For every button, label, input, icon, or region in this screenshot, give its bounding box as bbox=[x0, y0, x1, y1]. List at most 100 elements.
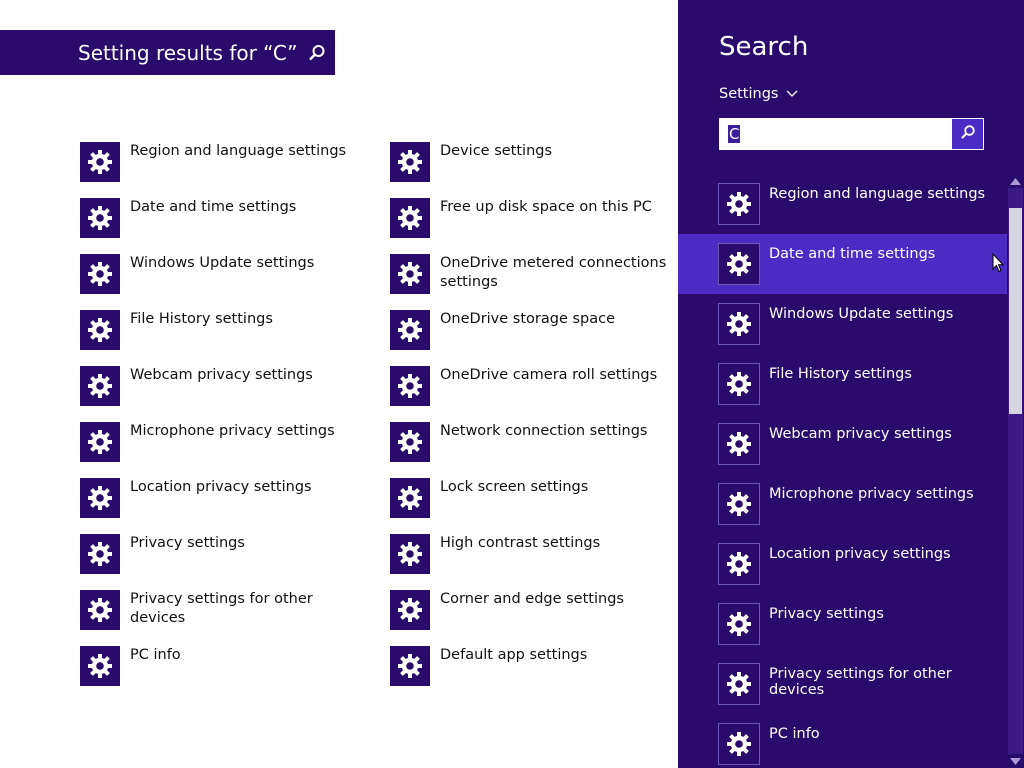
pane-result-item[interactable]: Privacy settings for other devices bbox=[678, 654, 1007, 714]
gear-icon bbox=[718, 543, 760, 585]
pane-result-item[interactable]: Windows Update settings bbox=[678, 294, 1007, 354]
search-icon bbox=[960, 124, 976, 144]
result-label: Device settings bbox=[440, 143, 553, 159]
result-item[interactable]: Privacy settings bbox=[80, 534, 360, 574]
result-item[interactable]: Corner and edge settings bbox=[390, 590, 670, 630]
gear-icon bbox=[80, 254, 120, 294]
gear-icon bbox=[390, 310, 430, 350]
gear-icon bbox=[80, 198, 120, 238]
result-label: Free up disk space on this PC bbox=[440, 199, 652, 215]
gear-icon bbox=[390, 142, 430, 182]
result-label: OneDrive metered connections settings bbox=[440, 255, 667, 290]
pane-result-label: Privacy settings for other devices bbox=[769, 666, 952, 698]
pane-result-label: Webcam privacy settings bbox=[769, 426, 952, 442]
pane-result-label: Date and time settings bbox=[769, 246, 936, 262]
scroll-down-arrow-icon[interactable] bbox=[1007, 754, 1024, 768]
gear-icon bbox=[390, 590, 430, 630]
result-item[interactable]: Date and time settings bbox=[80, 198, 360, 238]
results-title: Setting results for “C” bbox=[78, 40, 298, 65]
gear-icon bbox=[718, 243, 760, 285]
result-label: Region and language settings bbox=[130, 143, 347, 159]
gear-icon bbox=[80, 646, 120, 686]
gear-icon bbox=[390, 534, 430, 574]
scroll-up-arrow-icon[interactable] bbox=[1007, 174, 1024, 188]
result-item[interactable]: OneDrive metered connections settings bbox=[390, 254, 670, 294]
result-label: Privacy settings bbox=[130, 535, 245, 551]
result-label: File History settings bbox=[130, 311, 273, 327]
scrollbar-thumb[interactable] bbox=[1009, 208, 1022, 414]
search-icon bbox=[308, 44, 326, 62]
gear-icon bbox=[80, 534, 120, 574]
pane-result-item[interactable]: Date and time settings bbox=[678, 234, 1007, 294]
gear-icon bbox=[718, 723, 760, 765]
pane-results-list: Region and language settings Date and ti… bbox=[678, 174, 1007, 768]
query-selection: C bbox=[728, 125, 741, 143]
gear-icon bbox=[80, 310, 120, 350]
result-label: Location privacy settings bbox=[130, 479, 312, 495]
gear-icon bbox=[390, 198, 430, 238]
results-header: Setting results for “C” bbox=[0, 30, 335, 75]
gear-icon bbox=[390, 478, 430, 518]
result-label: Network connection settings bbox=[440, 423, 648, 439]
gear-icon bbox=[390, 254, 430, 294]
gear-icon bbox=[80, 366, 120, 406]
result-item[interactable]: Network connection settings bbox=[390, 422, 670, 462]
pane-result-item[interactable]: Privacy settings bbox=[678, 594, 1007, 654]
result-item[interactable]: Default app settings bbox=[390, 646, 670, 686]
mouse-cursor-icon bbox=[992, 252, 1005, 277]
search-button[interactable] bbox=[952, 119, 983, 149]
chevron-down-icon bbox=[786, 86, 798, 102]
pane-title: Search bbox=[719, 32, 809, 62]
pane-result-label: Location privacy settings bbox=[769, 546, 951, 562]
result-label: Lock screen settings bbox=[440, 479, 589, 495]
result-item[interactable]: File History settings bbox=[80, 310, 360, 350]
result-item[interactable]: PC info bbox=[80, 646, 360, 686]
gear-icon bbox=[390, 646, 430, 686]
pane-result-item[interactable]: Region and language settings bbox=[678, 174, 1007, 234]
pane-result-item[interactable]: PC info bbox=[678, 714, 1007, 768]
result-label: OneDrive camera roll settings bbox=[440, 367, 658, 383]
result-item[interactable]: OneDrive storage space bbox=[390, 310, 670, 350]
pane-result-label: Region and language settings bbox=[769, 186, 986, 202]
search-input[interactable] bbox=[720, 119, 952, 149]
gear-icon bbox=[718, 183, 760, 225]
result-label: Microphone privacy settings bbox=[130, 423, 335, 439]
result-label: OneDrive storage space bbox=[440, 311, 616, 327]
scope-label: Settings bbox=[719, 86, 779, 102]
gear-icon bbox=[718, 483, 760, 525]
result-item[interactable]: High contrast settings bbox=[390, 534, 670, 574]
result-label: Default app settings bbox=[440, 647, 588, 663]
gear-icon bbox=[80, 478, 120, 518]
result-item[interactable]: OneDrive camera roll settings bbox=[390, 366, 670, 406]
pane-result-label: Windows Update settings bbox=[769, 306, 954, 322]
result-item[interactable]: Lock screen settings bbox=[390, 478, 670, 518]
pane-scrollbar[interactable] bbox=[1007, 174, 1024, 768]
gear-icon bbox=[80, 142, 120, 182]
scope-dropdown[interactable]: Settings bbox=[719, 86, 798, 102]
gear-icon bbox=[718, 663, 760, 705]
result-item[interactable]: Device settings bbox=[390, 142, 670, 182]
result-item[interactable]: Webcam privacy settings bbox=[80, 366, 360, 406]
gear-icon bbox=[390, 422, 430, 462]
gear-icon bbox=[390, 366, 430, 406]
pane-result-item[interactable]: Webcam privacy settings bbox=[678, 414, 1007, 474]
result-label: Webcam privacy settings bbox=[130, 367, 313, 383]
pane-result-item[interactable]: Microphone privacy settings bbox=[678, 474, 1007, 534]
result-label: Privacy settings for other devices bbox=[130, 591, 313, 626]
result-label: PC info bbox=[130, 647, 181, 663]
pane-result-item[interactable]: Location privacy settings bbox=[678, 534, 1007, 594]
result-label: Corner and edge settings bbox=[440, 591, 624, 607]
result-label: High contrast settings bbox=[440, 535, 601, 551]
pane-result-label: File History settings bbox=[769, 366, 912, 382]
result-item[interactable]: Windows Update settings bbox=[80, 254, 360, 294]
pane-result-label: Microphone privacy settings bbox=[769, 486, 974, 502]
gear-icon bbox=[718, 303, 760, 345]
search-box: C bbox=[719, 118, 984, 150]
pane-result-item[interactable]: File History settings bbox=[678, 354, 1007, 414]
result-item[interactable]: Free up disk space on this PC bbox=[390, 198, 670, 238]
gear-icon bbox=[80, 590, 120, 630]
result-item[interactable]: Microphone privacy settings bbox=[80, 422, 360, 462]
result-item[interactable]: Privacy settings for other devices bbox=[80, 590, 360, 630]
result-item[interactable]: Region and language settings bbox=[80, 142, 360, 182]
result-item[interactable]: Location privacy settings bbox=[80, 478, 360, 518]
